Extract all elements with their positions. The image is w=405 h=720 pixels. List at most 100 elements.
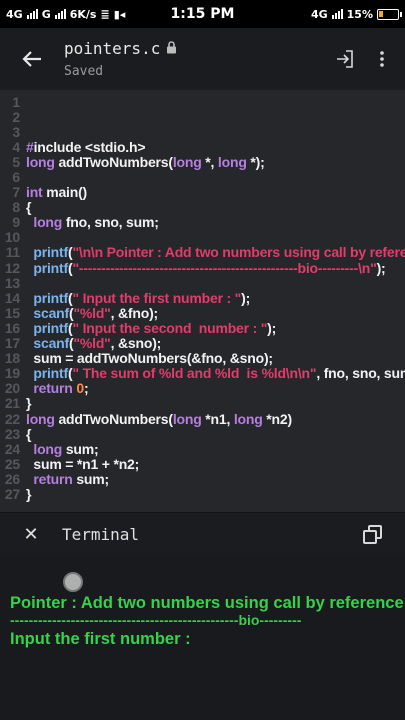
toolbar-actions bbox=[335, 49, 405, 69]
code-line[interactable]: 21} bbox=[0, 395, 405, 412]
line-text: scanf("%ld", &sno); bbox=[33, 335, 162, 352]
clock: 1:15 PM bbox=[170, 6, 235, 22]
line-number: 9 bbox=[12, 214, 20, 231]
line-text: printf(" The sum of %ld and %ld is %ld\n… bbox=[33, 365, 405, 382]
code-editor[interactable]: 1 2 3 4 #include <stdio.h> 5 long addTwoNumber… bbox=[0, 90, 405, 512]
video-icon: ▮◂ bbox=[113, 7, 126, 21]
line-number: 12 bbox=[4, 259, 20, 276]
code-line[interactable]: 23 { bbox=[0, 425, 405, 442]
signal-icon bbox=[26, 9, 38, 19]
line-number: 17 bbox=[4, 335, 20, 352]
line-number: 27 bbox=[4, 485, 20, 502]
file-name: pointers.c bbox=[64, 39, 161, 58]
line-text: } bbox=[26, 395, 32, 412]
line-text: long addTwoNumbers(long *n1, long *n2) bbox=[26, 410, 292, 427]
code-line[interactable]: 20 return 0; bbox=[0, 380, 405, 397]
code-line[interactable]: 13 bbox=[0, 275, 405, 291]
code-line[interactable]: 11 printf("\n\n Pointer : Add two number… bbox=[0, 244, 405, 261]
line-text: sum = *n1 + *n2; bbox=[26, 455, 140, 472]
line-number: 3 bbox=[12, 123, 20, 140]
network-type: 4G bbox=[6, 7, 23, 21]
line-text: sum = addTwoNumbers(&fno, &sno); bbox=[26, 350, 273, 367]
line-number: 2 bbox=[12, 108, 20, 125]
line-text: long fno, sno, sum; bbox=[33, 214, 159, 231]
line-number: 26 bbox=[4, 470, 20, 487]
code-line[interactable]: 18 sum = addTwoNumbers(&fno, &sno); bbox=[0, 350, 405, 367]
code-line[interactable]: 1 bbox=[0, 93, 405, 110]
line-text: printf(" Input the second number : "); bbox=[33, 319, 277, 336]
code-line[interactable]: 15 scanf("%ld", &fno); bbox=[0, 304, 405, 321]
line-number: 4 bbox=[12, 138, 20, 155]
line-number: 16 bbox=[4, 319, 20, 336]
line-text: return sum; bbox=[33, 470, 109, 487]
windows-icon[interactable] bbox=[363, 524, 383, 545]
code-line[interactable]: 4 #include <stdio.h> bbox=[0, 138, 405, 155]
line-number: 1 bbox=[12, 93, 20, 110]
code-line[interactable]: 9 long fno, sno, sum; bbox=[0, 214, 405, 231]
code-line[interactable]: 17 scanf("%ld", &sno); bbox=[0, 335, 405, 352]
line-number: 19 bbox=[4, 365, 20, 382]
line-text: long sum; bbox=[33, 440, 99, 457]
line-number: 10 bbox=[4, 229, 20, 246]
line-text: int main() bbox=[26, 184, 88, 201]
line-number: 24 bbox=[4, 440, 20, 457]
close-icon[interactable]: ✕ bbox=[0, 524, 62, 545]
line-text: { bbox=[26, 425, 32, 442]
code-line[interactable]: 26 return sum; bbox=[0, 470, 405, 487]
status-left: 4G G 6K/s ≣ ▮◂ bbox=[6, 8, 125, 21]
line-number: 25 bbox=[4, 455, 20, 472]
code-line[interactable]: 25 sum = *n1 + *n2; bbox=[0, 455, 405, 472]
export-icon[interactable] bbox=[335, 49, 355, 69]
line-number: 20 bbox=[4, 380, 20, 397]
database-icon: ≣ bbox=[100, 7, 110, 21]
terminal-line-1: Pointer : Add two numbers using call by … bbox=[10, 594, 405, 612]
line-text: { bbox=[26, 199, 32, 216]
code-line[interactable]: 19 printf(" The sum of %ld and %ld is %l… bbox=[0, 365, 405, 382]
line-text: scanf("%ld", &fno); bbox=[33, 304, 158, 321]
file-title: pointers.c bbox=[64, 39, 177, 58]
signal-icon-3 bbox=[331, 9, 343, 19]
code-line[interactable]: 12 printf("-----------------------------… bbox=[0, 259, 405, 276]
line-text: printf("\n\n Pointer : Add two numbers u… bbox=[33, 244, 405, 261]
code-line[interactable]: 5 long addTwoNumbers(long *, long *); bbox=[0, 153, 405, 170]
back-arrow-icon[interactable] bbox=[0, 28, 64, 90]
code-line[interactable]: 10 bbox=[0, 229, 405, 246]
touch-indicator bbox=[63, 572, 83, 592]
code-lines: 1 2 3 4 #include <stdio.h> 5 long addTwoNumber… bbox=[0, 94, 405, 502]
status-right: 4G 15% bbox=[310, 7, 402, 21]
line-number: 15 bbox=[4, 304, 20, 321]
line-number: 23 bbox=[4, 425, 20, 442]
save-status: Saved bbox=[64, 64, 104, 79]
lock-icon bbox=[166, 39, 177, 58]
network-speed: 6K/s bbox=[69, 7, 97, 21]
code-line[interactable]: 24 long sum; bbox=[0, 440, 405, 457]
battery-icon bbox=[377, 8, 402, 20]
code-line[interactable]: 2 bbox=[0, 108, 405, 125]
line-text: long addTwoNumbers(long *, long *); bbox=[26, 153, 265, 170]
line-number: 14 bbox=[4, 289, 20, 306]
line-number: 21 bbox=[4, 395, 20, 412]
line-number: 6 bbox=[12, 169, 20, 186]
network-type-right: 4G bbox=[310, 7, 328, 21]
line-text: } bbox=[26, 485, 32, 502]
code-line[interactable]: 27} bbox=[0, 485, 405, 502]
status-bar: 4G G 6K/s ≣ ▮◂ 1:15 PM 4G 15% bbox=[0, 0, 405, 28]
line-text: #include <stdio.h> bbox=[26, 138, 146, 155]
line-number: 18 bbox=[4, 350, 20, 367]
code-line[interactable]: 7 int main() bbox=[0, 184, 405, 201]
terminal-line-2: ----------------------------------------… bbox=[10, 612, 302, 628]
signal-icon-2 bbox=[54, 9, 66, 19]
terminal-label: Terminal bbox=[62, 525, 140, 544]
line-text: return 0; bbox=[33, 380, 89, 397]
more-vert-icon[interactable] bbox=[379, 50, 385, 68]
line-number: 22 bbox=[4, 410, 20, 427]
code-line[interactable]: 6 bbox=[0, 169, 405, 186]
code-line[interactable]: 3 bbox=[0, 123, 405, 140]
code-line[interactable]: 22 long addTwoNumbers(long *n1, long *n2) bbox=[0, 410, 405, 427]
title-block: pointers.c Saved bbox=[64, 39, 177, 79]
code-line[interactable]: 8{ bbox=[0, 199, 405, 216]
code-line[interactable]: 14 printf(" Input the first number : "); bbox=[0, 289, 405, 306]
code-line[interactable]: 16 printf(" Input the second number : ")… bbox=[0, 319, 405, 336]
terminal-output[interactable]: Pointer : Add two numbers using call by … bbox=[0, 556, 405, 720]
line-text: printf(" Input the first number : "); bbox=[33, 289, 251, 306]
